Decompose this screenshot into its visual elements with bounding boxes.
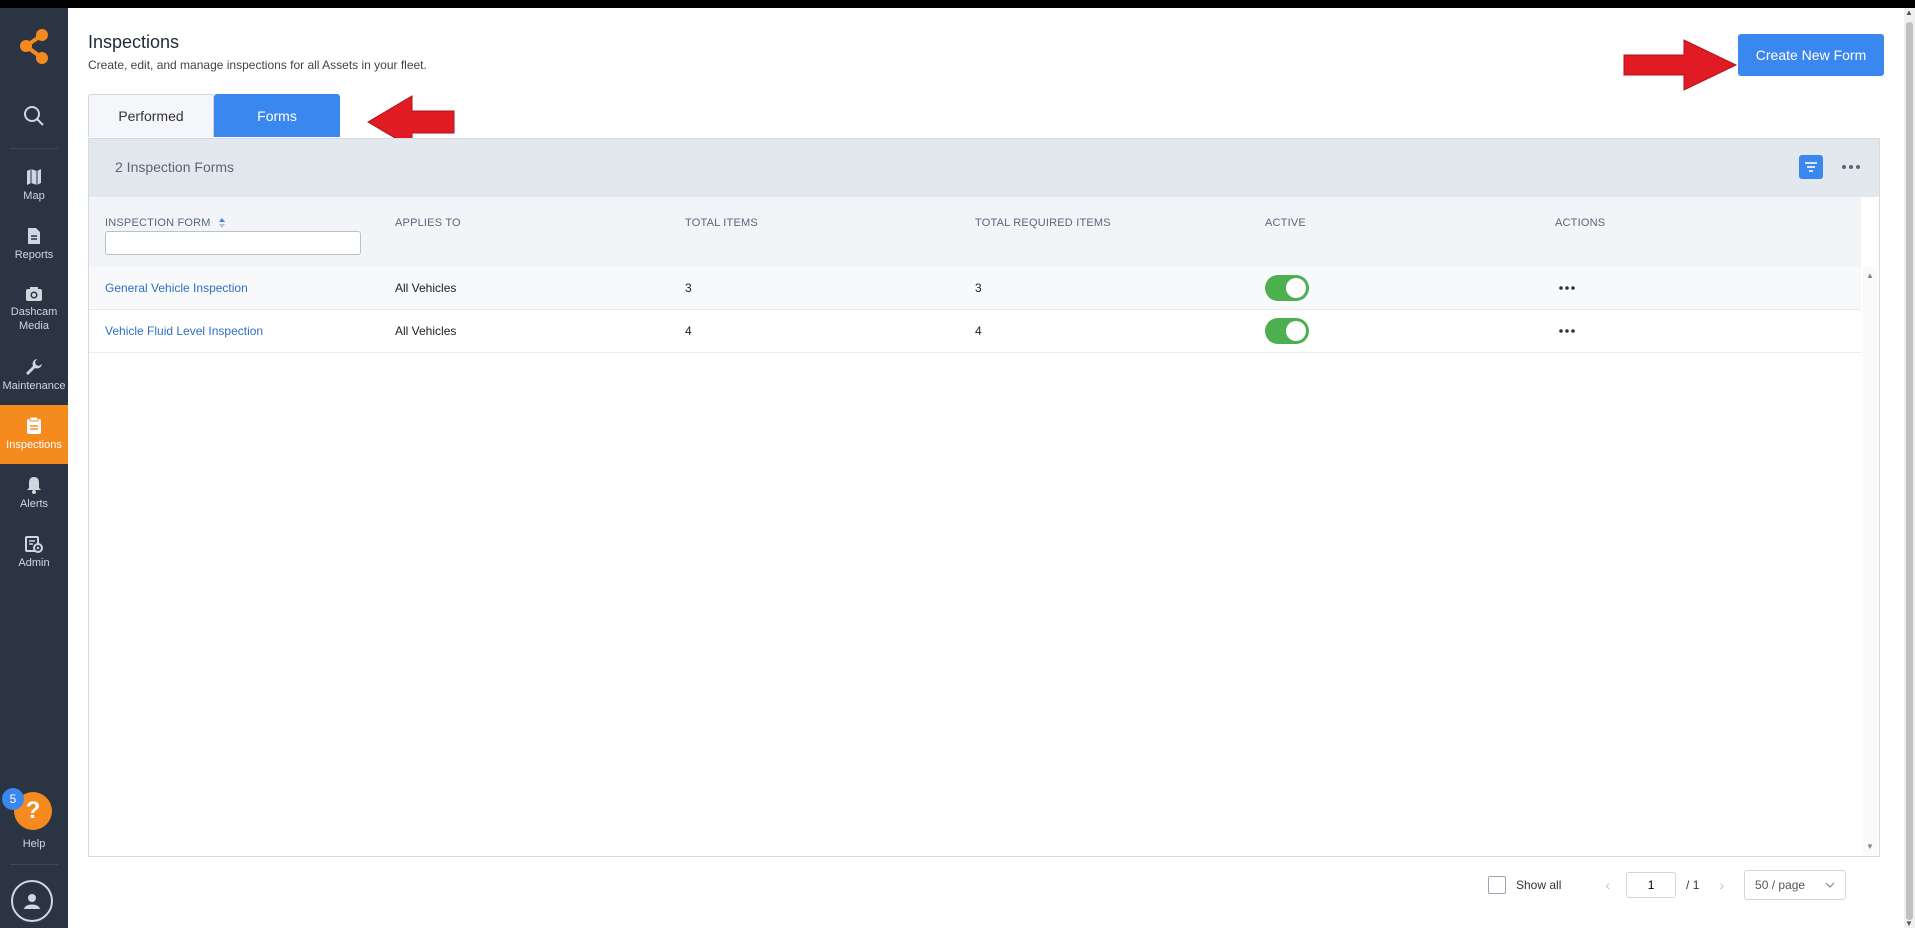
page-size-value: 50 / page — [1755, 878, 1806, 892]
sidebar-item-maintenance[interactable]: Maintenance — [0, 346, 68, 405]
form-name-link[interactable]: General Vehicle Inspection — [105, 281, 248, 295]
total-pages: / 1 — [1686, 878, 1700, 892]
forms-count: 2 Inspection Forms — [115, 159, 235, 175]
inspection-form-filter-input[interactable] — [105, 231, 361, 255]
sidebar-item-map[interactable]: Map — [0, 156, 68, 215]
sidebar-divider — [10, 148, 58, 149]
sidebar-item-dashcam-media[interactable]: Dashcam Media — [0, 274, 68, 346]
sidebar-item-label: Maintenance — [2, 379, 66, 392]
sidebar-item-admin[interactable]: Admin — [0, 523, 68, 582]
create-new-form-button[interactable]: Create New Form — [1738, 34, 1884, 76]
next-page-icon[interactable]: › — [1719, 877, 1724, 893]
table-row: General Vehicle Inspection All Vehicles … — [89, 267, 1861, 310]
scroll-down-icon[interactable]: ▼ — [1866, 842, 1874, 851]
sidebar-item-inspections[interactable]: Inspections — [0, 405, 68, 464]
page-scrollbar[interactable]: ▲ ▼ — [1904, 8, 1915, 928]
pagination-bar: Show all ‹ / 1 › 50 / page — [1488, 870, 1847, 900]
help-label: Help — [22, 838, 46, 850]
sidebar-item-label: Map — [23, 189, 45, 202]
user-icon[interactable] — [11, 880, 53, 922]
scroll-up-icon[interactable]: ▲ — [1866, 271, 1874, 280]
page-size-select[interactable]: 50 / page — [1744, 870, 1847, 900]
column-header-total-items: TOTAL ITEMS — [685, 217, 758, 229]
app-logo-icon[interactable] — [14, 26, 54, 66]
scroll-up-icon[interactable]: ▲ — [1905, 8, 1913, 17]
page-subtitle: Create, edit, and manage inspections for… — [88, 58, 427, 72]
clipboard-icon — [27, 416, 41, 434]
help-button[interactable]: 5 ? Help — [0, 788, 68, 850]
filter-icon[interactable] — [1799, 155, 1823, 179]
scrollbar-thumb[interactable] — [1906, 22, 1913, 920]
sidebar-item-label: Reports — [14, 248, 54, 261]
total-required-cell: 3 — [975, 281, 982, 295]
column-header-active: ACTIVE — [1265, 217, 1306, 229]
sidebar-item-alerts[interactable]: Alerts — [0, 464, 68, 523]
column-header-actions: ACTIONS — [1555, 217, 1606, 229]
page-title: Inspections — [88, 32, 180, 52]
table-row: Vehicle Fluid Level Inspection All Vehic… — [89, 310, 1861, 353]
page-number-input[interactable] — [1626, 872, 1677, 898]
tab-performed[interactable]: Performed — [88, 94, 214, 137]
prev-page-icon[interactable]: ‹ — [1605, 877, 1610, 893]
document-icon — [28, 227, 40, 244]
applies-to-cell: All Vehicles — [395, 324, 457, 338]
sidebar: Map Reports Dashcam Media Maintenance In… — [0, 8, 68, 928]
chevron-down-icon — [1825, 882, 1835, 888]
sidebar-item-label: Inspections — [6, 438, 62, 451]
camera-icon — [26, 287, 42, 302]
map-icon — [27, 168, 41, 185]
sidebar-nav: Map Reports Dashcam Media Maintenance In… — [0, 156, 68, 582]
admin-settings-icon — [25, 535, 43, 553]
applies-to-cell: All Vehicles — [395, 281, 457, 295]
bell-icon — [27, 476, 41, 494]
sidebar-item-label: Dashcam Media — [10, 306, 58, 332]
table-scrollbar[interactable]: ▲ ▼ — [1863, 267, 1877, 855]
total-items-cell: 4 — [685, 324, 692, 338]
active-toggle[interactable] — [1265, 318, 1309, 344]
scroll-down-icon[interactable]: ▼ — [1905, 919, 1913, 928]
sort-icon[interactable] — [218, 217, 226, 229]
column-header-total-required-items: TOTAL REQUIRED ITEMS — [975, 217, 1111, 229]
show-all-checkbox[interactable] — [1488, 876, 1506, 894]
annotation-arrow-right-icon — [1623, 39, 1738, 91]
main-content: Inspections Create, edit, and manage ins… — [68, 8, 1904, 928]
sidebar-divider — [10, 864, 58, 865]
row-actions-icon[interactable] — [1555, 279, 1579, 297]
top-black-bar — [0, 0, 1915, 8]
active-toggle[interactable] — [1265, 275, 1309, 301]
total-items-cell: 3 — [685, 281, 692, 295]
row-actions-icon[interactable] — [1555, 322, 1579, 340]
sidebar-item-label: Admin — [18, 556, 50, 569]
tab-forms[interactable]: Forms — [214, 94, 340, 137]
column-header-applies-to: APPLIES TO — [395, 217, 461, 229]
notification-badge: 5 — [2, 788, 24, 810]
sidebar-item-reports[interactable]: Reports — [0, 215, 68, 274]
search-icon[interactable] — [0, 96, 68, 136]
wrench-icon — [26, 358, 42, 375]
sidebar-item-label: Alerts — [19, 497, 49, 510]
total-required-cell: 4 — [975, 324, 982, 338]
column-header-inspection-form[interactable]: INSPECTION FORM — [105, 217, 226, 229]
tab-bar: Performed Forms — [88, 94, 340, 138]
more-options-icon[interactable] — [1839, 155, 1863, 179]
form-name-link[interactable]: Vehicle Fluid Level Inspection — [105, 324, 263, 338]
show-all-label: Show all — [1516, 878, 1562, 892]
forms-panel: 2 Inspection Forms INSPECTION FORM APPLI… — [88, 138, 1880, 857]
panel-header: 2 Inspection Forms — [89, 139, 1879, 197]
